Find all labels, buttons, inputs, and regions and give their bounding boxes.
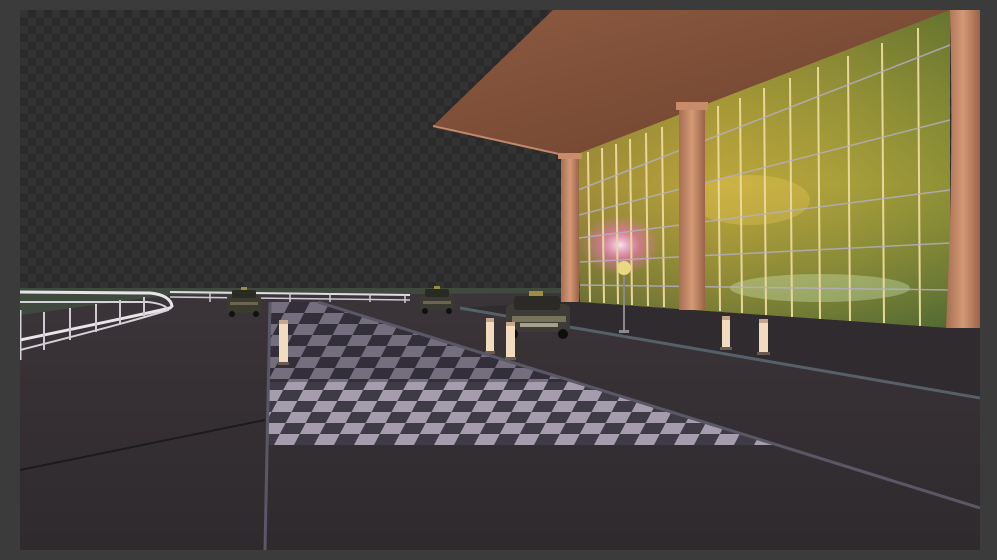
editor-frame: [0, 0, 997, 560]
scene-render[interactable]: [20, 10, 980, 550]
scene-viewport[interactable]: [20, 10, 980, 550]
support-column: [946, 10, 980, 328]
bollard: [278, 320, 289, 365]
bollard: [505, 322, 516, 360]
support-column: [561, 156, 579, 302]
bollard: [485, 318, 495, 354]
taxi-car: [227, 287, 261, 317]
support-column: [679, 105, 705, 310]
